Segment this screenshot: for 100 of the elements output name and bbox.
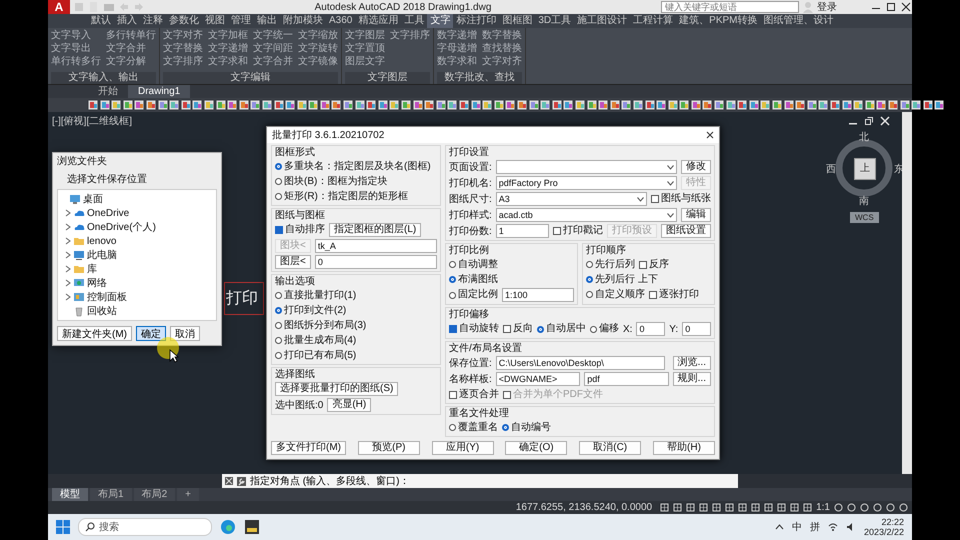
tool-icon[interactable] [714,100,724,110]
status-tool-icon[interactable] [790,503,800,512]
tool-icon[interactable] [134,100,144,110]
tool-icon[interactable] [285,100,296,110]
search-field[interactable]: 搜索 [78,518,212,536]
text-field[interactable]: 0 [682,322,712,336]
status-tool-icon[interactable] [712,503,722,512]
annotation-scale[interactable]: 1:1 [816,502,830,513]
dialog-button[interactable]: 亮显(H) [327,398,372,412]
ucs-dropdown[interactable]: WCS [850,212,879,223]
tool-icon[interactable] [795,100,806,110]
ribbon-command[interactable]: 文字合并 [253,55,293,68]
ribbon-tab[interactable]: A360 [326,14,356,28]
ribbon-command[interactable]: 文字替换 [163,42,203,55]
tool-icon[interactable] [784,100,794,110]
tool-icon[interactable] [726,100,736,110]
tool-icon[interactable] [169,100,180,110]
tool-icon[interactable] [389,100,400,110]
dialog-button[interactable]: 修改 [681,160,711,174]
tool-icon[interactable] [748,100,759,110]
ribbon-command[interactable]: 文字对齐 [163,29,203,42]
tool-icon[interactable] [737,100,748,110]
tool-icon[interactable] [540,100,550,110]
dialog-button[interactable]: 编辑 [681,208,711,222]
tool-icon[interactable] [412,100,423,110]
tool-icon[interactable] [274,100,284,110]
tool-icon[interactable] [528,100,539,110]
tool-icon[interactable] [192,100,202,110]
ribbon-command[interactable]: 文字递增 [208,42,248,55]
tool-icon[interactable] [146,100,156,110]
ribbon-tab[interactable]: 精选应用 [355,14,402,28]
tool-icon[interactable] [204,100,214,110]
ribbon-tab[interactable]: 标注打印 [453,14,500,28]
tool-icon[interactable] [888,100,898,110]
text-field[interactable]: 1 [496,224,549,238]
ribbon-command[interactable]: 文字合并 [106,42,156,55]
tree-item[interactable]: 此电脑 [87,248,117,262]
tree-item[interactable]: 库 [87,262,97,276]
tool-icon[interactable] [378,100,388,110]
radio-button[interactable]: 偏移 [590,323,619,335]
radio-button[interactable]: 先列后行 上下 [586,274,658,286]
ribbon-command[interactable]: 数字替换 [482,29,522,42]
chevron-up-icon[interactable] [774,522,784,532]
dropdown[interactable]: acad.ctb [496,208,677,222]
tool-icon[interactable] [610,100,620,110]
dialog-button[interactable]: 指定图框的图层(L) [329,223,422,237]
status-tool-icon[interactable] [725,503,734,512]
tool-icon[interactable] [354,100,365,110]
radio-button[interactable]: 布满图纸 [449,274,498,286]
tool-icon[interactable] [806,100,817,110]
tool-icon[interactable] [227,100,238,110]
dialog-button[interactable]: 多文件打印(M) [271,441,346,455]
text-field[interactable]: C:\Users\Lenovo\Desktop\ [496,356,665,370]
checkbox[interactable]: 逐张打印 [649,288,699,300]
status-tool-icon[interactable] [673,503,682,512]
tool-icon[interactable] [401,100,412,110]
tree-item[interactable]: 回收站 [87,304,117,318]
ribbon-tab[interactable]: 默认 [88,14,114,28]
ribbon-command[interactable]: 文字图层 [345,29,385,42]
tool-icon[interactable] [111,100,122,110]
tool-icon[interactable] [842,100,852,110]
tool-icon[interactable] [574,100,585,110]
tool-icon[interactable] [702,100,712,110]
ribbon-command[interactable]: 文字间距 [253,42,293,55]
dialog-button[interactable]: 图纸设置 [661,224,711,238]
dialog-button[interactable]: 规则... [672,372,711,386]
ribbon-command[interactable]: 文字求和 [208,55,248,68]
ribbon-tab[interactable]: 图纸管理、设计 [760,14,836,28]
tool-icon[interactable] [818,100,828,110]
checkbox[interactable]: 反序 [639,258,669,270]
sign-in-link[interactable]: 登录 [817,0,837,14]
dialog-button[interactable]: 应用(Y) [432,441,494,455]
tool-icon[interactable] [853,100,864,110]
tool-icon[interactable] [864,100,875,110]
ribbon-command[interactable]: 文字排序 [163,55,203,68]
radio-button[interactable]: 多重块名：指定图层及块名(图框) [275,160,431,172]
tool-icon[interactable] [424,100,434,110]
tool-icon[interactable] [308,100,318,110]
tool-icon[interactable] [494,100,504,110]
tool-icon[interactable] [250,100,260,110]
dropdown[interactable]: A3 [496,192,647,206]
tool-icon[interactable] [216,100,226,110]
tree-item[interactable]: 控制面板 [87,290,127,304]
radio-button[interactable]: 自定义顺序 [586,288,645,300]
radio-button[interactable]: 图块(B)：图框为指定块 [275,176,388,188]
viewport-label[interactable]: [-][俯视][二维线框] [52,114,132,128]
layout-tab[interactable]: 布局2 [134,488,176,501]
ribbon-command[interactable]: 文字镜像 [298,55,338,68]
tool-icon[interactable] [88,100,98,110]
dialog-button[interactable]: 帮助(H) [652,441,715,455]
status-tool-icon[interactable] [803,503,812,512]
radio-button[interactable]: 打印到文件(2) [275,304,346,316]
dropdown[interactable]: pdfFactory Pro [496,176,677,190]
start-icon[interactable] [56,520,70,534]
layout-tab[interactable]: 布局1 [90,488,132,501]
tool-icon[interactable] [459,100,469,110]
file-tab[interactable]: 开始 [88,85,128,98]
status-tool-icon[interactable] [764,503,774,512]
tool-icon[interactable] [447,100,458,110]
tree-item[interactable]: 桌面 [83,192,103,206]
